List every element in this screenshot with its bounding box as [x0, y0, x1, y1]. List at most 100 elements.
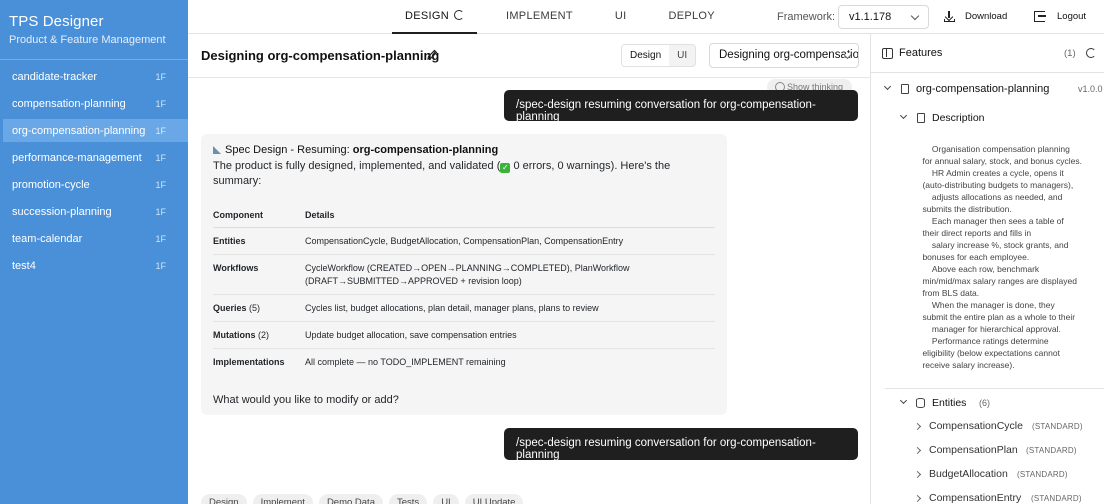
framework-select[interactable]: v1.1.178: [838, 5, 929, 29]
chevron-down-icon[interactable]: [899, 396, 908, 405]
component-details: CycleWorkflow (CREATED→OPEN→PLANNING→COM…: [305, 254, 715, 295]
sidebar-item-count: 1F: [155, 206, 166, 217]
tab-implement[interactable]: IMPLEMENT: [485, 0, 594, 34]
entity-item[interactable]: CompensationPlan (STANDARD): [871, 443, 1104, 459]
download-icon: [944, 11, 955, 22]
sidebar-item-count: 1F: [155, 71, 166, 82]
framework-value: v1.1.178: [849, 11, 892, 23]
feature-item[interactable]: org-compensation-planning v1.0.0: [871, 80, 1104, 98]
sidebar-item-label: compensation-planning: [12, 97, 126, 110]
sidebar-item-succession-planning[interactable]: succession-planning 1F: [0, 200, 188, 223]
refresh-icon[interactable]: [1086, 48, 1096, 58]
chevron-right-icon[interactable]: [913, 446, 922, 455]
component-name: Queries: [213, 303, 247, 313]
chip-tests[interactable]: Tests: [389, 494, 428, 504]
table-row: Implementations All complete — no TODO_IM…: [213, 349, 715, 376]
entity-item[interactable]: CompensationCycle (STANDARD): [871, 419, 1104, 435]
sidebar-item-team-calendar[interactable]: team-calendar 1F: [0, 227, 188, 250]
main-tabs: DESIGN IMPLEMENT UI DEPLOY: [384, 0, 736, 34]
table-row: Mutations (2) Update budget allocation, s…: [213, 321, 715, 349]
sidebar-item-label: succession-planning: [12, 205, 112, 218]
sidebar-item-candidate-tracker[interactable]: candidate-tracker 1F: [0, 65, 188, 88]
user-message: /spec-design resuming conversation for o…: [504, 90, 858, 123]
tab-design[interactable]: DESIGN: [384, 0, 485, 34]
description-section[interactable]: Description: [871, 109, 1104, 127]
description-text: Organisation compensation planning for a…: [922, 144, 1082, 370]
quick-action-chips: Design Implement Demo Data Tests UI UI U…: [201, 494, 524, 504]
chevron-right-icon[interactable]: [913, 422, 922, 431]
component-details: All complete — no TODO_IMPLEMENT remaini…: [305, 357, 506, 367]
product-list: candidate-tracker 1F compensation-plannin…: [0, 65, 188, 277]
tab-ui[interactable]: UI: [594, 0, 648, 34]
entities-section[interactable]: Entities (6): [871, 395, 1104, 411]
table-row: Workflows CycleWorkflow (CREATED→OPEN→PLA…: [213, 254, 715, 295]
tab-deploy[interactable]: DEPLOY: [647, 0, 735, 34]
entity-item[interactable]: BudgetAllocation (STANDARD): [871, 467, 1104, 483]
chevron-right-icon[interactable]: [913, 494, 922, 503]
sidebar-item-label: test4: [12, 259, 36, 272]
framework-label: Framework:: [777, 11, 836, 23]
sidebar-item-label: promotion-cycle: [12, 178, 90, 191]
component-name: Entities: [213, 236, 246, 246]
refresh-icon[interactable]: [453, 10, 464, 20]
chip-design[interactable]: Design: [201, 494, 247, 504]
chevron-down-icon[interactable]: [883, 82, 892, 91]
chevron-down-icon[interactable]: [899, 111, 908, 120]
conversation-select[interactable]: Designing org-compensation-planning: [709, 43, 859, 68]
download-label: Download: [965, 11, 1008, 22]
sidebar-item-promotion-cycle[interactable]: promotion-cycle 1F: [0, 173, 188, 196]
sidebar-item-label: team-calendar: [12, 232, 83, 245]
features-title: Features: [899, 47, 943, 59]
component-details: Cycles list, budget allocations, plan de…: [305, 294, 715, 322]
chip-demo-data[interactable]: Demo Data: [318, 494, 383, 504]
entity-type: (STANDARD): [1017, 470, 1068, 479]
chip-implement[interactable]: Implement: [252, 494, 313, 504]
table-row: Entities CompensationCycle, BudgetAllocat…: [213, 227, 715, 255]
table-row: Queries (5) Cycles list, budget allocatio…: [213, 294, 715, 322]
features-panel: Features (1) org-compensation-planning v…: [870, 34, 1104, 504]
entities-count: (6): [979, 398, 990, 408]
sidebar-item-count: 1F: [155, 152, 166, 163]
sidebar-item-label: performance-management: [12, 151, 142, 164]
component-name: Implementations: [213, 357, 285, 367]
sidebar-item-compensation-planning[interactable]: compensation-planning 1F: [0, 92, 188, 115]
component-details: Update budget allocation, save compensat…: [305, 321, 715, 349]
entity-name: BudgetAllocation: [929, 468, 1008, 480]
feature-name: org-compensation-planning: [916, 83, 1050, 95]
page-title: Designing org-compensation-planning: [201, 48, 440, 63]
tab-label: DESIGN: [405, 10, 449, 22]
entities-label: Entities: [932, 397, 967, 409]
sidebar-item-count: 1F: [155, 98, 166, 109]
chevron-right-icon[interactable]: [913, 470, 922, 479]
entity-item[interactable]: CompensationEntry (STANDARD): [871, 491, 1104, 504]
assistant-heading-prefix: Spec Design - Resuming:: [225, 144, 353, 156]
logout-button[interactable]: Logout: [1034, 11, 1086, 22]
mode-ui-button[interactable]: UI: [669, 45, 695, 66]
entity-type: (STANDARD): [1026, 446, 1077, 455]
column-header: Details: [305, 205, 715, 228]
sidebar-item-org-compensation-planning[interactable]: org-compensation-planning 1F: [3, 119, 188, 142]
assistant-message: Spec Design - Resuming: org-compensation…: [201, 134, 727, 415]
download-button[interactable]: Download: [944, 11, 1007, 22]
main-header: Designing org-compensation-planning Desi…: [188, 34, 870, 78]
features-header: Features (1): [871, 34, 1104, 73]
sidebar-item-performance-management[interactable]: performance-management 1F: [0, 146, 188, 169]
entity-type: (STANDARD): [1031, 494, 1082, 503]
sidebar-item-count: 1F: [155, 125, 166, 136]
feature-version: v1.0.0: [1078, 84, 1103, 94]
component-details: CompensationCycle, BudgetAllocation, Com…: [305, 227, 715, 255]
divider: [885, 388, 1104, 389]
assistant-heading-name: org-compensation-planning: [352, 144, 499, 156]
app-title: TPS Designer: [9, 13, 104, 30]
pencil-icon[interactable]: [426, 49, 438, 61]
panel-toggle-icon[interactable]: [882, 48, 893, 59]
top-bar: DESIGN IMPLEMENT UI DEPLOY Framework: v1…: [188, 0, 1104, 34]
mode-design-button[interactable]: Design: [622, 45, 670, 66]
conversation-select-value: Designing org-compensation-planning: [719, 49, 859, 61]
sidebar-item-label: org-compensation-planning: [12, 124, 146, 137]
chip-ui[interactable]: UI: [433, 494, 459, 504]
chevron-down-icon: [910, 11, 920, 21]
sidebar-item-test4[interactable]: test4 1F: [0, 254, 188, 277]
chip-ui-update[interactable]: UI Update: [464, 494, 524, 504]
logout-label: Logout: [1057, 11, 1087, 22]
